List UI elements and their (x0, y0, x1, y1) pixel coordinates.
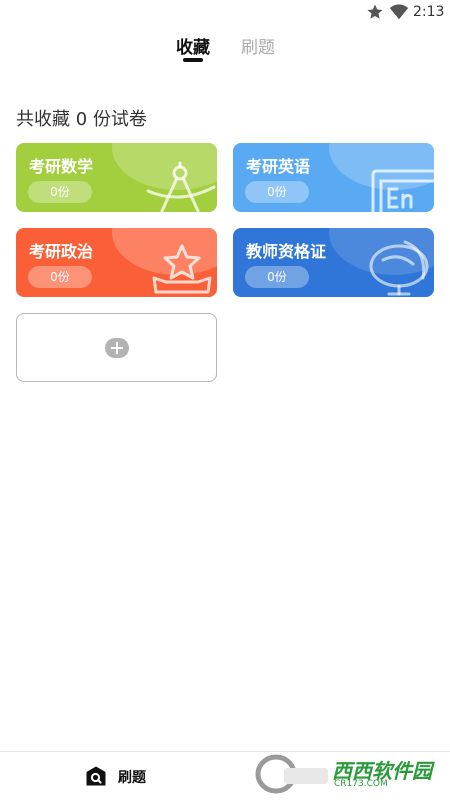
card-title: 考研数学 (29, 157, 94, 176)
tab-practice[interactable]: 刷题 (241, 33, 275, 58)
active-tab-indicator (183, 58, 203, 62)
search-icon (86, 766, 106, 786)
plus-icon (105, 338, 129, 358)
status-bar: 2:13 (0, 0, 450, 24)
status-time: 2:13 (413, 4, 445, 20)
star-icon (367, 4, 383, 19)
wifi-icon (389, 4, 409, 20)
watermark-emblem-icon (255, 754, 328, 794)
globe-icon (369, 240, 429, 296)
watermark-logo: 西西软件园 CR173.COM (250, 752, 432, 796)
watermark-subtext: CR173.COM (334, 779, 388, 789)
card-kaoyan-politics[interactable]: 考研政治 0份 (16, 228, 217, 297)
card-title: 考研英语 (246, 157, 311, 176)
nav-label-practice: 刷题 (118, 770, 146, 786)
card-title: 教师资格证 (246, 242, 327, 261)
tab-favorites[interactable]: 收藏 (176, 33, 210, 58)
card-kaoyan-english[interactable]: 考研英语 0份 (233, 143, 434, 212)
favorites-summary: 共收藏 0 份试卷 (16, 109, 147, 130)
card-kaoyan-math[interactable]: 考研数学 0份 (16, 143, 217, 212)
card-teacher-certificate[interactable]: 教师资格证 0份 (233, 228, 434, 297)
card-count-badge: 0份 (28, 266, 92, 288)
card-count-badge: 0份 (28, 181, 92, 203)
compass-icon (146, 161, 216, 212)
card-title: 考研政治 (29, 242, 94, 261)
star-crown-icon (152, 244, 212, 294)
top-tabs: 收藏 刷题 (0, 33, 450, 69)
card-count-badge: 0份 (245, 266, 309, 288)
card-count-badge: 0份 (245, 181, 309, 203)
add-exam-type-button[interactable] (16, 313, 217, 382)
en-board-icon (371, 169, 434, 212)
